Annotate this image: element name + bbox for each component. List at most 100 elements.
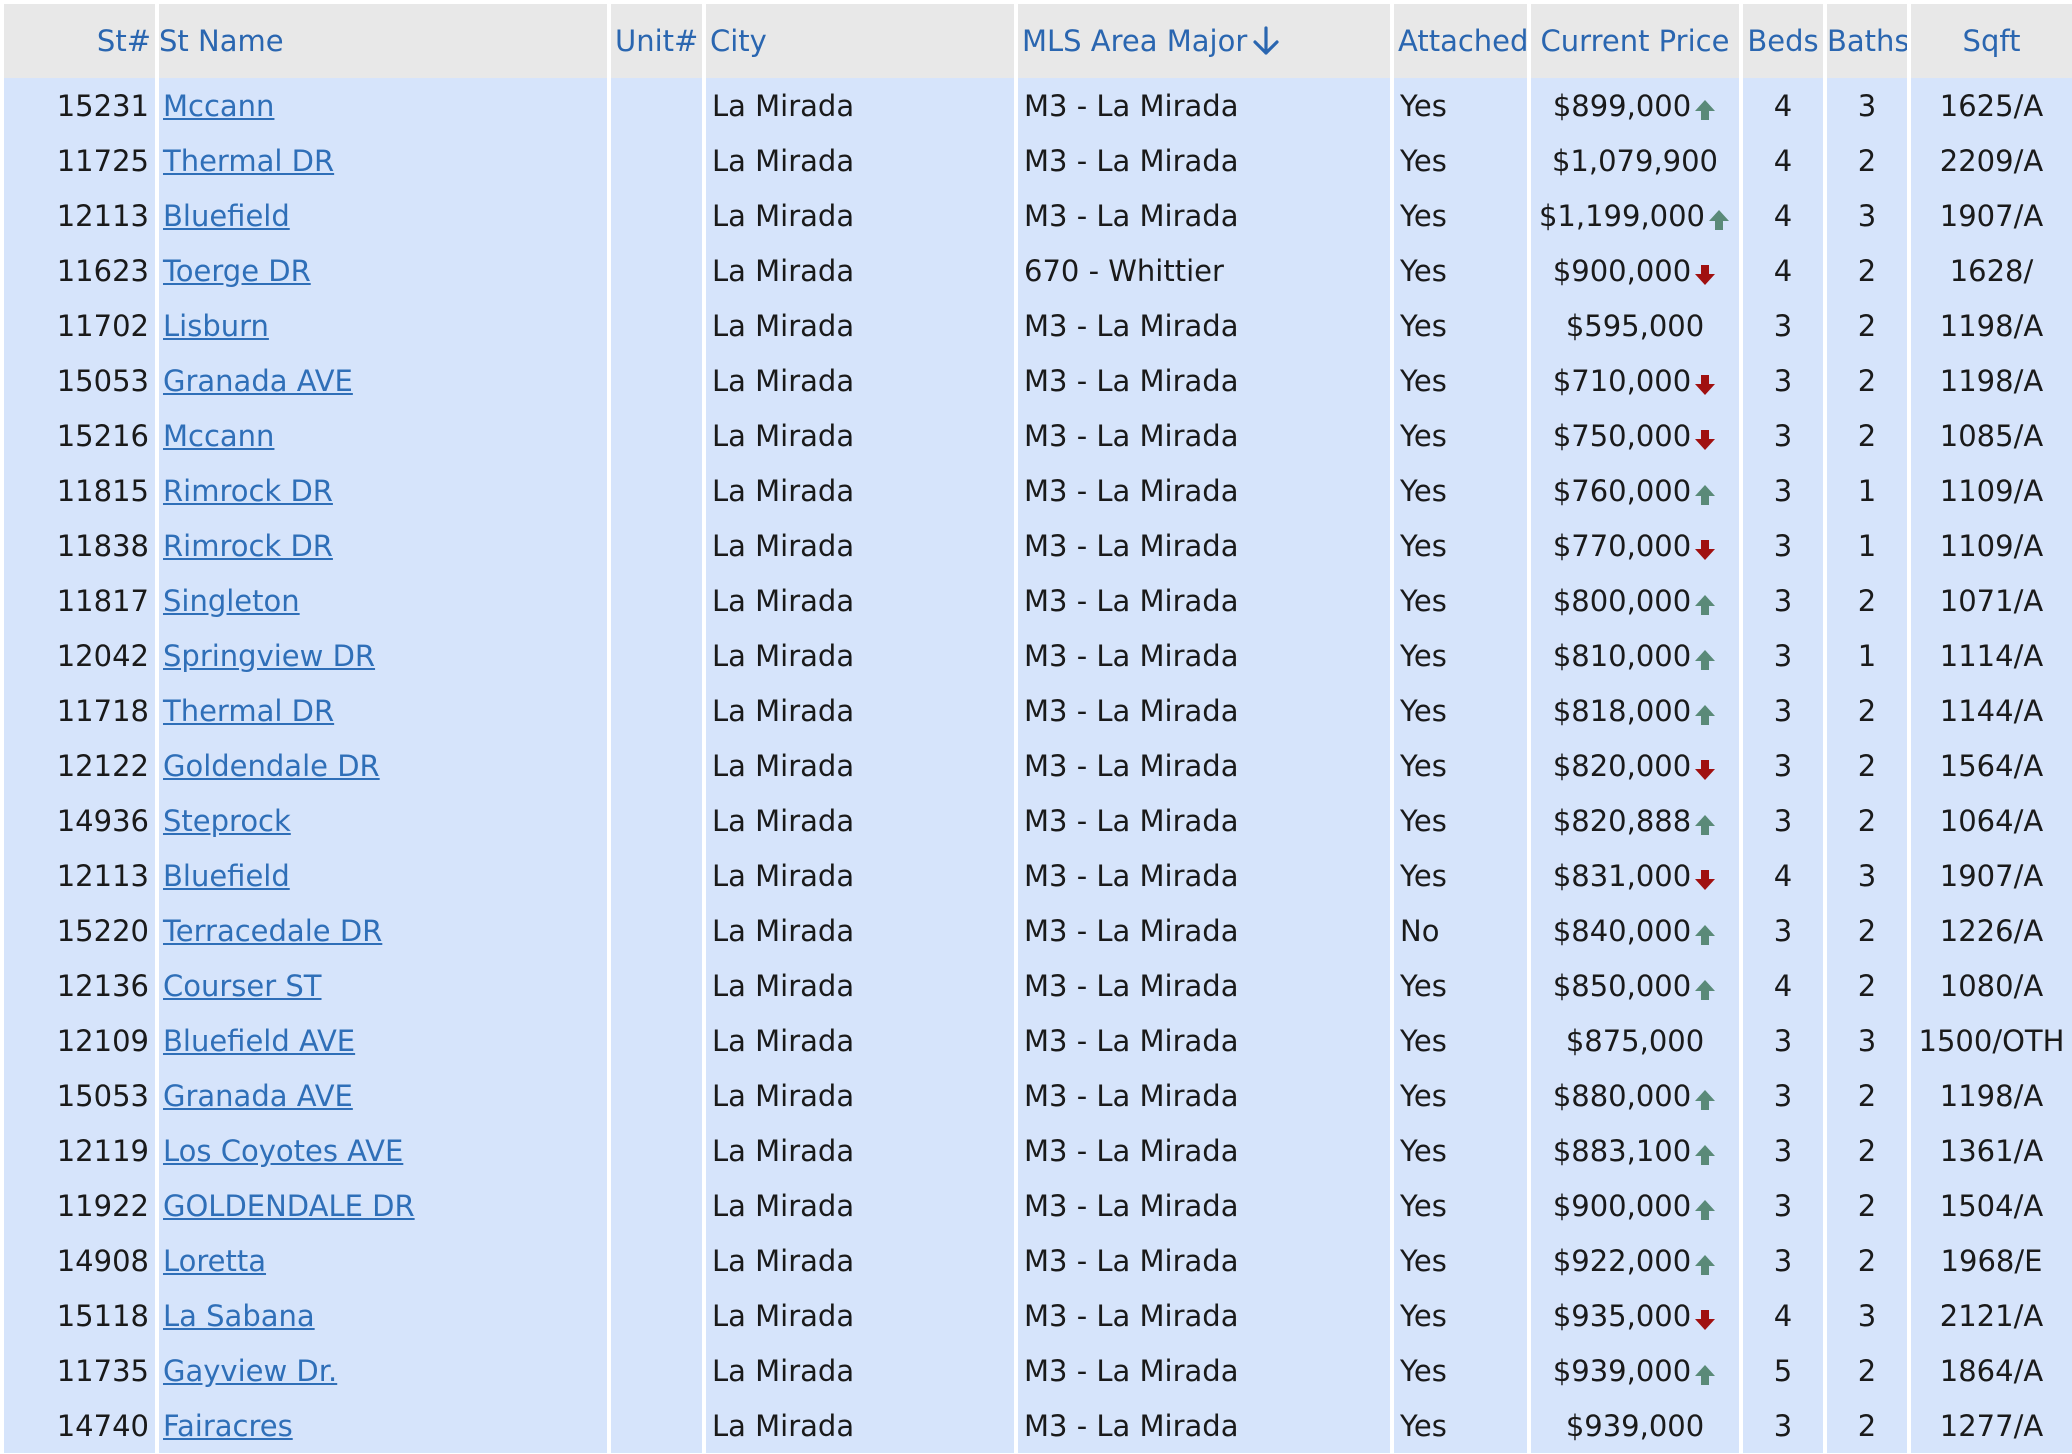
table-row[interactable]: 11735 Gayview Dr. La Mirada M3 - La Mirada Y… bbox=[4, 1343, 2072, 1398]
street-name-link[interactable]: Granada AVE bbox=[163, 364, 353, 398]
cell-city-text: La Mirada bbox=[712, 1078, 855, 1113]
table-row[interactable]: 11725 Thermal DR La Mirada M3 - La Mirada Ye… bbox=[4, 133, 2072, 188]
street-name-link[interactable]: La Sabana bbox=[163, 1299, 315, 1333]
cell-city-text: La Mirada bbox=[712, 143, 855, 178]
table-row[interactable]: 15231 Mccann La Mirada M3 - La Mirada Yes $89… bbox=[4, 78, 2072, 133]
cell-sqft-text: 1085/A bbox=[1939, 418, 2044, 453]
cell-beds: 3 bbox=[1739, 1398, 1825, 1453]
table-row[interactable]: 15220 Terracedale DR La Mirada M3 - La Mira… bbox=[4, 903, 2072, 958]
table-row[interactable]: 11702 Lisburn La Mirada M3 - La Mirada Yes $5… bbox=[4, 298, 2072, 353]
street-name-link[interactable]: Lisburn bbox=[163, 309, 269, 343]
cell-current-price: $850,000 bbox=[1527, 958, 1741, 1013]
cell-attached-text: Yes bbox=[1400, 528, 1447, 563]
sort-down-arrow-icon[interactable] bbox=[1251, 25, 1281, 57]
cell-sqft: 1064/A bbox=[1907, 793, 2072, 848]
street-name-link[interactable]: Steprock bbox=[163, 804, 291, 838]
table-row[interactable]: 11922 GOLDENDALE DR La Mirada M3 - La Mirad… bbox=[4, 1178, 2072, 1233]
col-header-attached[interactable]: Attached bbox=[1390, 4, 1529, 78]
table-row[interactable]: 11718 Thermal DR La Mirada M3 - La Mirada Ye… bbox=[4, 683, 2072, 738]
cell-unit bbox=[607, 573, 704, 628]
cell-attached: Yes bbox=[1390, 738, 1529, 793]
col-header-st-num[interactable]: St# bbox=[4, 4, 157, 78]
table-row[interactable]: 15216 Mccann La Mirada M3 - La Mirada Yes $75… bbox=[4, 408, 2072, 463]
cell-sqft-text: 1564/A bbox=[1939, 748, 2044, 783]
street-name-link[interactable]: Goldendale DR bbox=[163, 749, 380, 783]
cell-city-text: La Mirada bbox=[712, 473, 855, 508]
col-header-city[interactable]: City bbox=[702, 4, 1016, 78]
street-name-link[interactable]: Terracedale DR bbox=[163, 914, 382, 948]
col-header-baths[interactable]: Baths bbox=[1823, 4, 1909, 78]
street-name-link[interactable]: Toerge DR bbox=[163, 254, 311, 288]
street-name-link[interactable]: Singleton bbox=[163, 584, 300, 618]
table-row[interactable]: 14740 Fairacres La Mirada M3 - La Mirada Yes… bbox=[4, 1398, 2072, 1453]
price-down-arrow-icon bbox=[1693, 263, 1717, 287]
street-name-link[interactable]: Mccann bbox=[163, 89, 274, 123]
cell-baths-text: 2 bbox=[1857, 803, 1877, 838]
table-row[interactable]: 12119 Los Coyotes AVE La Mirada M3 - La Mir… bbox=[4, 1123, 2072, 1178]
cell-current-price-text: $810,000 bbox=[1552, 638, 1692, 673]
cell-current-price: $595,000 bbox=[1527, 298, 1741, 353]
street-name-link[interactable]: GOLDENDALE DR bbox=[163, 1189, 415, 1223]
street-name-link[interactable]: Mccann bbox=[163, 419, 274, 453]
street-name-link[interactable]: Los Coyotes AVE bbox=[163, 1134, 403, 1168]
street-name-link[interactable]: Thermal DR bbox=[163, 694, 334, 728]
table-row[interactable]: 11815 Rimrock DR La Mirada M3 - La Mirada Ye… bbox=[4, 463, 2072, 518]
cell-st-num: 15231 bbox=[4, 78, 157, 133]
cell-current-price-text: $900,000 bbox=[1552, 253, 1692, 288]
table-row[interactable]: 15053 Granada AVE La Mirada M3 - La Mirada Y… bbox=[4, 353, 2072, 408]
cell-attached-text: Yes bbox=[1400, 968, 1447, 1003]
street-name-link[interactable]: Bluefield bbox=[163, 859, 290, 893]
cell-city: La Mirada bbox=[702, 243, 1016, 298]
cell-mls-area-text: M3 - La Mirada bbox=[1024, 1133, 1239, 1168]
street-name-link[interactable]: Thermal DR bbox=[163, 144, 334, 178]
cell-st-name: Granada AVE bbox=[155, 353, 609, 408]
col-header-label: City bbox=[710, 24, 767, 58]
cell-mls-area-text: M3 - La Mirada bbox=[1024, 88, 1239, 123]
col-header-mls-area[interactable]: MLS Area Major bbox=[1014, 4, 1392, 78]
cell-unit bbox=[607, 188, 704, 243]
table-row[interactable]: 14936 Steprock La Mirada M3 - La Mirada Yes $… bbox=[4, 793, 2072, 848]
table-row[interactable]: 14908 Loretta La Mirada M3 - La Mirada Yes $9… bbox=[4, 1233, 2072, 1288]
cell-beds-text: 3 bbox=[1773, 363, 1793, 398]
cell-current-price-text: $595,000 bbox=[1565, 308, 1705, 343]
street-name-link[interactable]: Gayview Dr. bbox=[163, 1354, 337, 1388]
street-name-link[interactable]: Granada AVE bbox=[163, 1079, 353, 1113]
table-row[interactable]: 15118 La Sabana La Mirada M3 - La Mirada Yes… bbox=[4, 1288, 2072, 1343]
table-row[interactable]: 12113 Bluefield La Mirada M3 - La Mirada Yes… bbox=[4, 188, 2072, 243]
table-row[interactable]: 12136 Courser ST La Mirada M3 - La Mirada Ye… bbox=[4, 958, 2072, 1013]
col-header-st-name[interactable]: St Name bbox=[155, 4, 609, 78]
col-header-unit[interactable]: Unit# bbox=[607, 4, 704, 78]
cell-beds-text: 4 bbox=[1773, 253, 1793, 288]
street-name-link[interactable]: Bluefield AVE bbox=[163, 1024, 355, 1058]
cell-baths: 3 bbox=[1823, 1288, 1909, 1343]
cell-sqft: 1085/A bbox=[1907, 408, 2072, 463]
table-row[interactable]: 11623 Toerge DR La Mirada 670 - Whittier Yes… bbox=[4, 243, 2072, 298]
street-name-link[interactable]: Loretta bbox=[163, 1244, 266, 1278]
cell-beds: 3 bbox=[1739, 298, 1825, 353]
cell-beds: 4 bbox=[1739, 78, 1825, 133]
col-header-beds[interactable]: Beds bbox=[1739, 4, 1825, 78]
price-up-arrow-icon bbox=[1693, 978, 1717, 1002]
street-name-link[interactable]: Rimrock DR bbox=[163, 474, 333, 508]
street-name-link[interactable]: Bluefield bbox=[163, 199, 290, 233]
cell-city: La Mirada bbox=[702, 958, 1016, 1013]
table-row[interactable]: 11838 Rimrock DR La Mirada M3 - La Mirada Ye… bbox=[4, 518, 2072, 573]
cell-sqft-text: 2121/A bbox=[1939, 1298, 2044, 1333]
cell-baths-text: 3 bbox=[1857, 198, 1877, 233]
table-row[interactable]: 15053 Granada AVE La Mirada M3 - La Mirada Y… bbox=[4, 1068, 2072, 1123]
street-name-link[interactable]: Rimrock DR bbox=[163, 529, 333, 563]
table-row[interactable]: 12113 Bluefield La Mirada M3 - La Mirada Yes… bbox=[4, 848, 2072, 903]
col-header-sqft[interactable]: Sqft bbox=[1907, 4, 2072, 78]
cell-unit bbox=[607, 243, 704, 298]
table-row[interactable]: 11817 Singleton La Mirada M3 - La Mirada Yes… bbox=[4, 573, 2072, 628]
cell-baths: 2 bbox=[1823, 133, 1909, 188]
street-name-link[interactable]: Fairacres bbox=[163, 1409, 293, 1443]
cell-st-num-text: 12113 bbox=[56, 858, 149, 893]
col-header-current-price[interactable]: Current Price bbox=[1527, 4, 1741, 78]
table-row[interactable]: 12109 Bluefield AVE La Mirada M3 - La Mirad… bbox=[4, 1013, 2072, 1068]
cell-st-num: 11718 bbox=[4, 683, 157, 738]
street-name-link[interactable]: Springview DR bbox=[163, 639, 375, 673]
table-row[interactable]: 12122 Goldendale DR La Mirada M3 - La Mirad… bbox=[4, 738, 2072, 793]
street-name-link[interactable]: Courser ST bbox=[163, 969, 322, 1003]
table-row[interactable]: 12042 Springview DR La Mirada M3 - La Mirad… bbox=[4, 628, 2072, 683]
